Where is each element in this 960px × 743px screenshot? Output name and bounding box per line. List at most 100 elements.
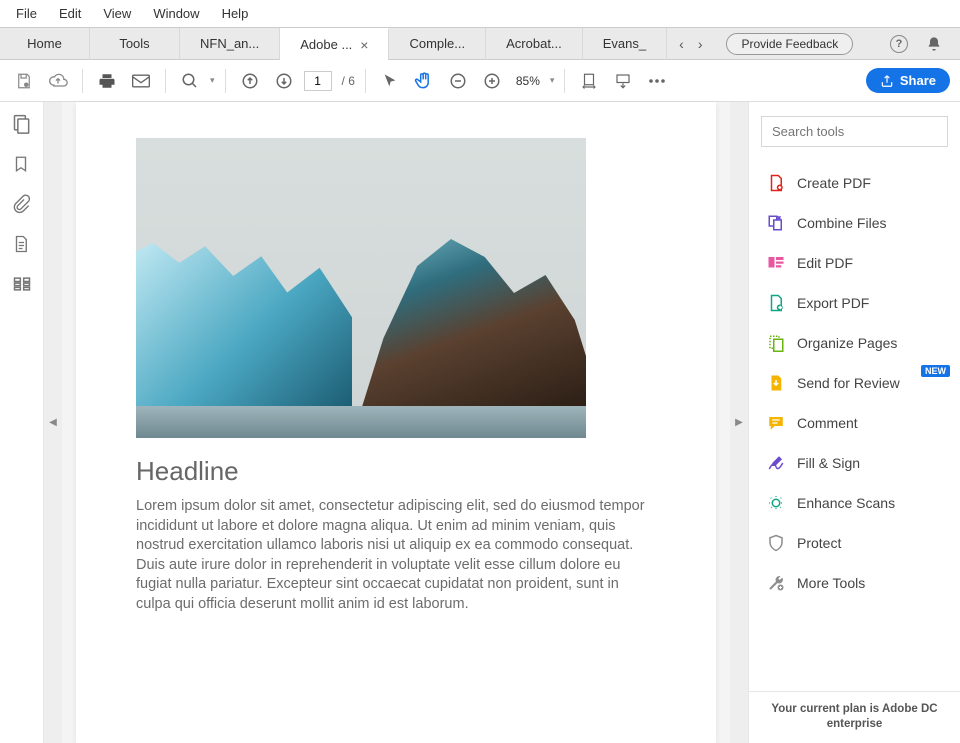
more-tools-wrench-icon <box>767 574 785 592</box>
menu-edit[interactable]: Edit <box>49 4 91 23</box>
tool-combine-files[interactable]: Combine Files <box>753 203 956 243</box>
page-number-input[interactable] <box>304 71 332 91</box>
hand-tool-icon[interactable] <box>410 67 438 95</box>
organize-pages-icon <box>767 334 785 352</box>
bookmark-icon[interactable] <box>12 154 32 174</box>
enhance-scans-icon <box>767 494 785 512</box>
plan-note: Your current plan is Adobe DC enterprise <box>749 691 960 743</box>
tool-more-tools[interactable]: More Tools <box>753 563 956 603</box>
right-gutter-toggle[interactable]: ▶ <box>730 102 748 743</box>
more-tools-icon[interactable] <box>643 67 671 95</box>
email-icon[interactable] <box>127 67 155 95</box>
tool-label: Export PDF <box>797 295 869 311</box>
tool-label: More Tools <box>797 575 865 591</box>
share-label: Share <box>900 73 936 88</box>
right-panel: Create PDF Combine Files Edit PDF Export… <box>748 102 960 743</box>
combine-files-icon <box>767 214 785 232</box>
tool-send-for-review[interactable]: Send for Review NEW <box>753 363 956 403</box>
find-icon[interactable] <box>176 67 204 95</box>
tool-label: Create PDF <box>797 175 871 191</box>
tab-doc-2[interactable]: Comple... <box>389 28 486 60</box>
search-tools-input[interactable] <box>761 116 948 147</box>
tab-label: Acrobat... <box>506 36 562 51</box>
tool-label: Comment <box>797 415 858 431</box>
tab-label: Evans_ <box>603 36 646 51</box>
tool-label: Protect <box>797 535 841 551</box>
tool-label: Combine Files <box>797 215 886 231</box>
next-page-icon[interactable] <box>270 67 298 95</box>
prev-tab-icon[interactable]: ‹ <box>679 36 684 52</box>
new-badge: NEW <box>921 365 950 377</box>
tab-doc-1[interactable]: Adobe ... × <box>280 28 389 60</box>
tabbar: Home Tools NFN_an... Adobe ... × Comple..… <box>0 28 960 60</box>
tab-nav: ‹ › Provide Feedback <box>667 33 865 55</box>
zoom-value[interactable]: 85% <box>516 74 540 88</box>
fit-width-icon[interactable] <box>575 67 603 95</box>
create-pdf-icon <box>767 174 785 192</box>
cloud-upload-icon[interactable] <box>44 67 72 95</box>
left-rail <box>0 102 44 743</box>
menu-help[interactable]: Help <box>212 4 259 23</box>
provide-feedback-button[interactable]: Provide Feedback <box>726 33 853 55</box>
menu-file[interactable]: File <box>6 4 47 23</box>
page-viewport[interactable]: Headline Lorem ipsum dolor sit amet, con… <box>62 102 730 743</box>
thumbnails-icon[interactable] <box>12 114 32 134</box>
tool-list: Create PDF Combine Files Edit PDF Export… <box>749 157 960 691</box>
tab-doc-3[interactable]: Acrobat... <box>486 28 583 60</box>
tab-doc-4[interactable]: Evans_ <box>583 28 667 60</box>
attachment-icon[interactable] <box>12 194 32 214</box>
save-icon[interactable] <box>10 67 38 95</box>
protect-icon <box>767 534 785 552</box>
send-for-review-icon <box>767 374 785 392</box>
toolbar: ▾ / 6 85% ▾ Share <box>0 60 960 102</box>
document-area: ◀ Headline Lorem ipsum dolor sit amet, c… <box>44 102 748 743</box>
hero-image <box>136 138 586 438</box>
layers-icon[interactable] <box>12 274 32 294</box>
tab-home[interactable]: Home <box>0 28 90 60</box>
select-tool-icon[interactable] <box>376 67 404 95</box>
zoom-in-icon[interactable] <box>478 67 506 95</box>
tool-export-pdf[interactable]: Export PDF <box>753 283 956 323</box>
tab-tools[interactable]: Tools <box>90 28 180 60</box>
find-dropdown-icon[interactable]: ▾ <box>210 75 215 86</box>
tab-label: Comple... <box>409 36 465 51</box>
notifications-icon[interactable] <box>926 36 942 52</box>
share-button[interactable]: Share <box>866 68 950 93</box>
tool-create-pdf[interactable]: Create PDF <box>753 163 956 203</box>
prev-page-icon[interactable] <box>236 67 264 95</box>
tool-label: Organize Pages <box>797 335 897 351</box>
tool-label: Send for Review <box>797 375 900 391</box>
fill-sign-icon <box>767 454 785 472</box>
zoom-out-icon[interactable] <box>444 67 472 95</box>
main-area: ◀ Headline Lorem ipsum dolor sit amet, c… <box>0 102 960 743</box>
tab-label: NFN_an... <box>200 36 259 51</box>
doc-headline: Headline <box>136 456 656 487</box>
comment-icon <box>767 414 785 432</box>
tool-edit-pdf[interactable]: Edit PDF <box>753 243 956 283</box>
menubar: File Edit View Window Help <box>0 0 960 28</box>
doc-body: Lorem ipsum dolor sit amet, consectetur … <box>136 497 656 614</box>
tool-protect[interactable]: Protect <box>753 523 956 563</box>
page-total-label: / 6 <box>342 74 355 88</box>
next-tab-icon[interactable]: › <box>698 36 703 52</box>
tool-fill-sign[interactable]: Fill & Sign <box>753 443 956 483</box>
tab-label: Adobe ... <box>300 37 352 52</box>
tool-comment[interactable]: Comment <box>753 403 956 443</box>
tool-organize-pages[interactable]: Organize Pages <box>753 323 956 363</box>
tool-label: Fill & Sign <box>797 455 860 471</box>
menu-view[interactable]: View <box>93 4 141 23</box>
left-gutter-toggle[interactable]: ◀ <box>44 102 62 743</box>
tool-label: Enhance Scans <box>797 495 895 511</box>
fit-page-icon[interactable] <box>609 67 637 95</box>
menu-window[interactable]: Window <box>143 4 209 23</box>
page: Headline Lorem ipsum dolor sit amet, con… <box>76 102 716 743</box>
tool-enhance-scans[interactable]: Enhance Scans <box>753 483 956 523</box>
zoom-dropdown-icon[interactable]: ▾ <box>550 75 555 86</box>
edit-pdf-icon <box>767 254 785 272</box>
document-info-icon[interactable] <box>12 234 32 254</box>
print-icon[interactable] <box>93 67 121 95</box>
export-pdf-icon <box>767 294 785 312</box>
help-icon[interactable]: ? <box>890 35 908 53</box>
tab-doc-0[interactable]: NFN_an... <box>180 28 280 60</box>
close-icon[interactable]: × <box>360 37 368 53</box>
